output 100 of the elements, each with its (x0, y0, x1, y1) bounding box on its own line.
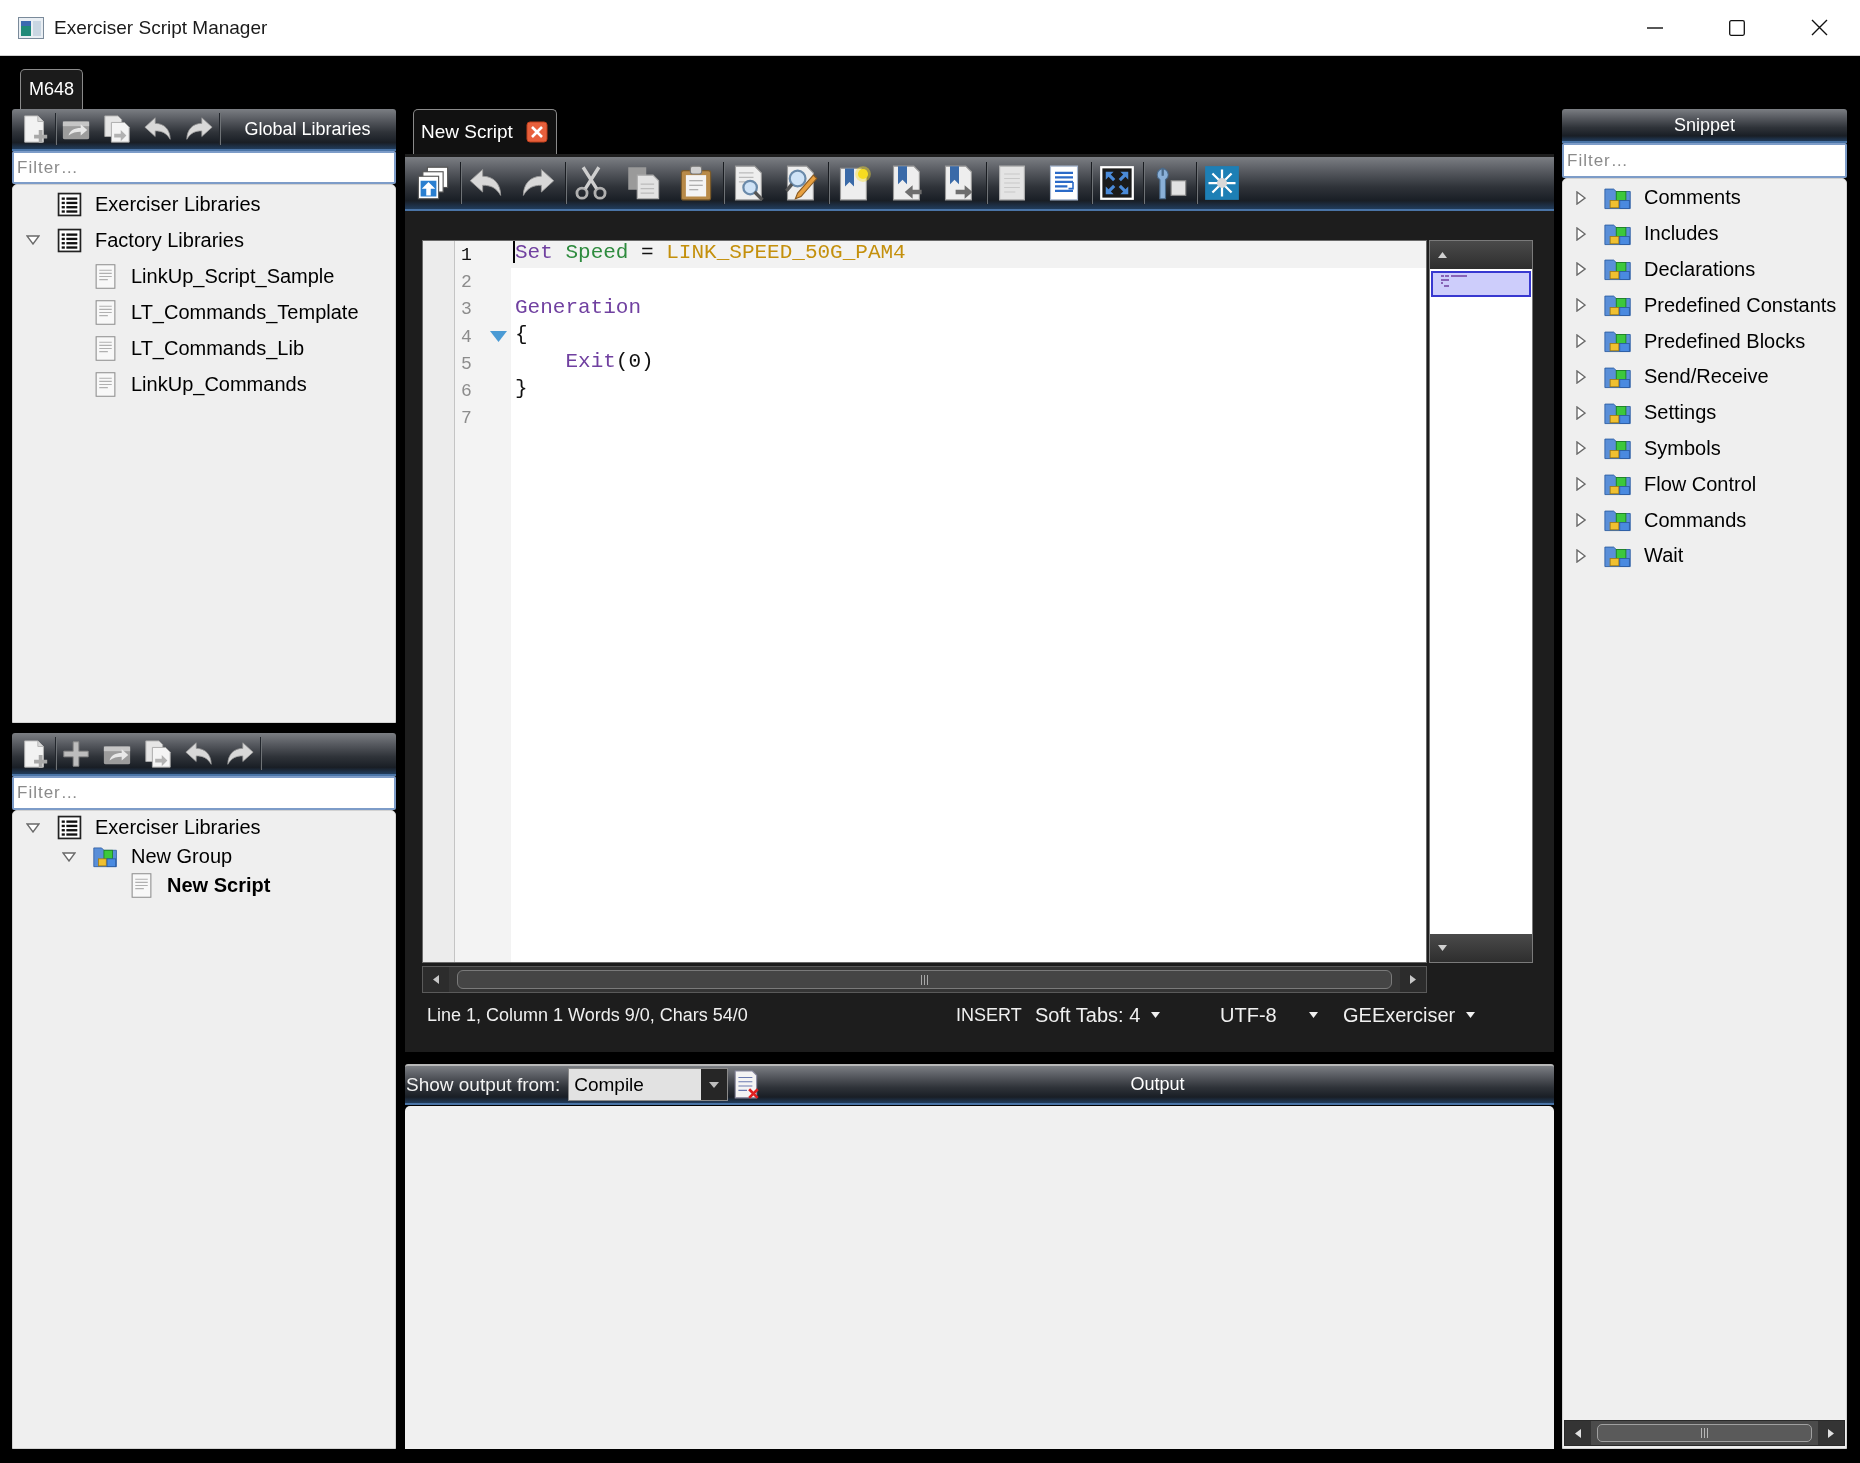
triangle-down-icon[interactable] (62, 851, 76, 862)
document-icon (93, 263, 118, 289)
tab-setting-dropdown[interactable]: Soft Tabs: 4 (1035, 1003, 1161, 1027)
triangle-right-icon[interactable] (1576, 262, 1586, 277)
triangle-right-icon[interactable] (1576, 334, 1586, 349)
plus-icon[interactable] (60, 738, 91, 769)
line-number: 6 (461, 381, 473, 402)
triangle-right-icon[interactable] (1576, 548, 1586, 563)
minimap-viewport[interactable] (1431, 271, 1531, 297)
caret-icon (1466, 1012, 1476, 1018)
maximize-icon[interactable] (1729, 19, 1745, 36)
tree-item[interactable]: New Group (131, 845, 233, 868)
tree-item[interactable]: Commands (1644, 508, 1747, 532)
tree-item[interactable]: Send/Receive (1644, 365, 1769, 389)
filter-field[interactable]: Filter… (12, 776, 396, 810)
scrollbar-thumb[interactable] (457, 970, 1392, 989)
scroll-left-button[interactable] (1565, 1421, 1591, 1445)
tree-item[interactable]: LT_Commands_Template (131, 300, 359, 324)
triangle-right-icon[interactable] (1576, 441, 1586, 456)
panel-title: Global Libraries (243, 118, 372, 140)
triangle-right-icon[interactable] (1576, 190, 1586, 205)
caret-icon (701, 1069, 728, 1100)
copy-icon[interactable] (625, 165, 662, 201)
scroll-right-button[interactable] (1818, 1421, 1844, 1445)
app-icon (18, 16, 44, 39)
tree-item[interactable]: Includes (1644, 222, 1719, 246)
triangle-right-icon[interactable] (1576, 477, 1586, 492)
tree-item[interactable]: LT_Commands_Lib (131, 336, 305, 360)
magnifier-pencil-icon[interactable] (783, 165, 820, 201)
folder-icon (93, 844, 118, 869)
document-icon (93, 371, 118, 397)
tree-item[interactable]: LinkUp_Commands (131, 372, 307, 396)
document-icon (93, 299, 118, 325)
output-source-dropdown[interactable]: Compile (568, 1068, 729, 1101)
triangle-down-icon[interactable] (26, 235, 40, 245)
pages-arrow-icon[interactable] (142, 738, 173, 769)
text-cursor (513, 241, 515, 264)
list-icon (57, 815, 82, 840)
snowflake-icon[interactable] (1204, 165, 1241, 201)
code-line: Generation (515, 295, 642, 319)
scroll-left-button[interactable] (423, 967, 449, 992)
output-source-label: Show output from: (406, 1073, 561, 1096)
triangle-left-icon (433, 975, 439, 984)
tree-item[interactable]: Factory Libraries (95, 228, 244, 252)
tree-item[interactable]: Flow Control (1644, 472, 1757, 496)
close-icon[interactable] (525, 121, 548, 143)
pages-arrow-icon[interactable] (101, 114, 132, 144)
triangle-down-icon (1438, 945, 1447, 951)
tree-item[interactable]: LinkUp_Script_Sample (131, 264, 335, 288)
window-title: Exerciser Script Manager (54, 16, 268, 39)
caret-icon (1309, 1012, 1318, 1018)
triangle-right-icon[interactable] (1576, 298, 1586, 313)
horizontal-scrollbar[interactable] (422, 966, 1427, 993)
tree-item[interactable]: Wait (1644, 544, 1684, 568)
line-number: 5 (461, 353, 473, 374)
close-icon[interactable] (1810, 19, 1828, 36)
tree-item[interactable]: Symbols (1644, 436, 1721, 460)
code-line: } (515, 377, 528, 401)
tree-item[interactable]: Comments (1644, 186, 1741, 210)
expand-arrows-icon[interactable] (1099, 165, 1135, 201)
code-line: Set Speed = LINK_SPEED_50G_PAM4 (515, 241, 906, 264)
scroll-right-button[interactable] (1400, 967, 1426, 992)
language-dropdown[interactable]: GEExerciser (1343, 1003, 1476, 1027)
encoding-dropdown[interactable]: UTF-8 (1220, 1003, 1318, 1027)
code-editor[interactable]: 1 2 3 4 5 6 7 Set Speed = LINK_SPEED_50G_PAM4 Generation { Exit(0) } (422, 240, 1427, 963)
list-icon (57, 191, 82, 217)
device-tab[interactable]: M648 (20, 69, 84, 109)
filter-field[interactable]: Filter… (1562, 143, 1847, 178)
cursor-position-text: Line 1, Column 1 Words 9/0, Chars 54/0 (427, 1004, 748, 1025)
tree-item[interactable]: Predefined Constants (1644, 293, 1837, 317)
folder-icon (1604, 507, 1632, 534)
mode-indicator: INSERT (956, 1004, 1022, 1025)
triangle-right-icon[interactable] (1576, 513, 1586, 528)
triangle-right-icon[interactable] (1576, 369, 1586, 384)
fold-triangle-icon[interactable] (490, 331, 507, 343)
tree-item[interactable]: Predefined Blocks (1644, 329, 1806, 353)
line-number: 7 (461, 408, 473, 429)
tree-item[interactable]: Declarations (1644, 258, 1756, 281)
filter-field[interactable]: Filter… (12, 151, 396, 184)
tree-item[interactable]: Exerciser Libraries (95, 192, 261, 216)
editor-tab[interactable]: New Script (413, 109, 557, 154)
folder-icon (1604, 435, 1632, 462)
triangle-right-icon[interactable] (1576, 405, 1586, 420)
horizontal-scrollbar[interactable] (1564, 1420, 1845, 1446)
line-number: 3 (461, 299, 473, 320)
tree-item[interactable]: Exerciser Libraries (95, 816, 261, 839)
triangle-right-icon[interactable] (1576, 226, 1586, 241)
triangle-right-icon (1828, 1428, 1834, 1438)
tree-item[interactable]: New Script (167, 874, 271, 897)
triangle-left-icon (1575, 1428, 1581, 1438)
code-line: Exit(0) (565, 350, 654, 374)
triangle-down-icon[interactable] (26, 822, 40, 833)
tree-item[interactable]: Settings (1644, 401, 1717, 425)
minimap[interactable] (1429, 240, 1533, 963)
document-icon (93, 335, 118, 361)
grip-icon (920, 974, 929, 985)
line-number: 1 (461, 244, 473, 265)
scrollbar-thumb[interactable] (1597, 1424, 1812, 1442)
code-line: { (515, 322, 528, 346)
minimize-icon[interactable] (1647, 26, 1663, 29)
